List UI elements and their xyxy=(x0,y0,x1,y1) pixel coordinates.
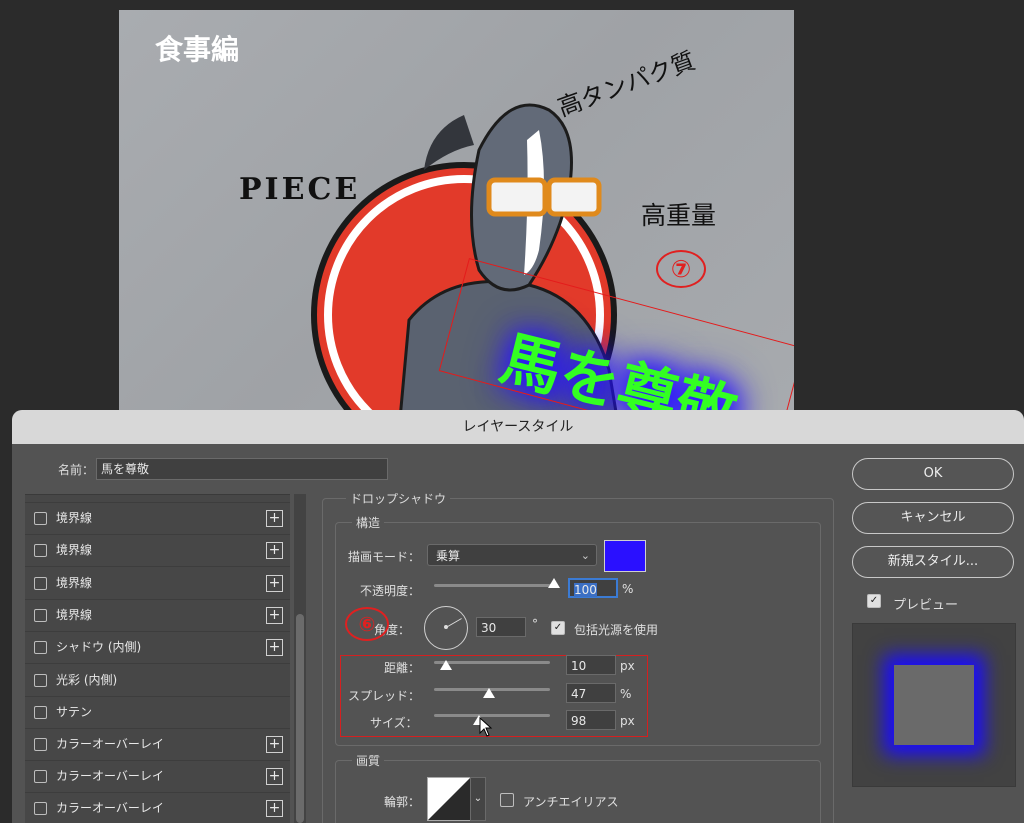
list-item[interactable]: 境界線 + xyxy=(25,568,290,600)
angle-dial[interactable] xyxy=(424,606,468,650)
list-item[interactable]: 光彩 (内側) xyxy=(25,665,290,697)
spread-unit: % xyxy=(620,687,632,701)
distance-label: 距離： xyxy=(384,661,421,675)
new-style-button[interactable]: 新規スタイル... xyxy=(852,546,1014,578)
scrollbar-thumb[interactable] xyxy=(296,614,304,823)
list-item[interactable]: シャドウ (内側) + xyxy=(25,632,290,664)
size-input[interactable]: 98 xyxy=(566,710,616,730)
canvas-piece-text: PIECE xyxy=(239,172,361,207)
add-icon[interactable]: + xyxy=(266,639,283,656)
list-item[interactable]: カラーオーバーレイ + xyxy=(25,793,290,823)
checkbox[interactable] xyxy=(34,674,47,687)
contour-preview[interactable] xyxy=(427,777,471,821)
cancel-button[interactable]: キャンセル xyxy=(852,502,1014,534)
size-unit: px xyxy=(620,714,635,728)
mouse-cursor-icon xyxy=(479,717,493,737)
annotation-6-badge: ⑥ xyxy=(345,607,389,641)
angle-center-dot xyxy=(444,625,448,629)
distance-input[interactable]: 10 xyxy=(566,655,616,675)
preview-label: プレビュー xyxy=(893,598,959,613)
checkbox[interactable] xyxy=(34,802,47,815)
dialog-title: レイヤースタイル xyxy=(12,410,1024,444)
global-light-checkbox[interactable]: ✓ xyxy=(551,621,565,635)
list-item-label: 光彩 (内側) xyxy=(56,673,118,687)
add-icon[interactable]: + xyxy=(266,736,283,753)
list-item[interactable]: カラーオーバーレイ + xyxy=(25,761,290,793)
opacity-value: 100 xyxy=(574,583,597,597)
contour-label: 輪郭： xyxy=(384,795,421,809)
checkbox[interactable] xyxy=(34,609,47,622)
distance-unit: px xyxy=(620,659,635,673)
list-item-label: 境界線 xyxy=(56,576,93,590)
opacity-unit: % xyxy=(622,582,634,596)
blend-mode-value: 乗算 xyxy=(436,549,461,563)
annotation-7-badge: ⑦ xyxy=(656,250,706,288)
list-item-label: 境界線 xyxy=(56,608,93,622)
checkbox[interactable] xyxy=(34,544,47,557)
checkbox[interactable] xyxy=(34,738,47,751)
style-list: 境界線 + 境界線 + 境界線 + 境界線 + シャドウ (内側) + 光彩 (内側) サ… xyxy=(25,494,290,823)
global-light-label: 包括光源を使用 xyxy=(574,623,659,637)
opacity-input[interactable]: 100 xyxy=(568,578,618,598)
add-icon[interactable]: + xyxy=(266,607,283,624)
list-item-partial[interactable] xyxy=(25,495,290,503)
list-item-label: カラーオーバーレイ xyxy=(56,801,164,815)
antialias-label: アンチエイリアス xyxy=(523,795,619,809)
opacity-slider-thumb[interactable] xyxy=(548,578,560,588)
checkbox[interactable] xyxy=(34,770,47,783)
checkbox[interactable] xyxy=(34,641,47,654)
checkbox[interactable] xyxy=(34,512,47,525)
spread-slider-thumb[interactable] xyxy=(482,688,495,698)
angle-input[interactable]: 30 xyxy=(476,617,526,637)
size-label: サイズ： xyxy=(370,716,418,730)
list-item[interactable]: 境界線 + xyxy=(25,503,290,535)
blend-mode-label: 描画モード： xyxy=(348,550,421,564)
opacity-slider-track[interactable] xyxy=(434,584,554,587)
quality-title: 画質 xyxy=(352,752,385,769)
quality-group xyxy=(335,760,821,823)
list-item-label: カラーオーバーレイ xyxy=(56,769,164,783)
list-item[interactable]: 境界線 + xyxy=(25,535,290,567)
name-label: 名前： xyxy=(58,463,95,477)
angle-needle xyxy=(445,618,462,628)
add-icon[interactable]: + xyxy=(266,542,283,559)
preview-checkbox[interactable]: ✓ xyxy=(867,594,881,608)
blend-mode-select[interactable]: 乗算 ⌄ xyxy=(427,544,597,566)
drop-shadow-title: ドロップシャドウ xyxy=(346,490,451,507)
chevron-down-icon[interactable]: ⌄ xyxy=(470,777,486,821)
shadow-color-swatch[interactable] xyxy=(604,540,646,572)
add-icon[interactable]: + xyxy=(266,510,283,527)
add-icon[interactable]: + xyxy=(266,575,283,592)
structure-title: 構造 xyxy=(352,514,385,531)
list-item[interactable]: 境界線 + xyxy=(25,600,290,632)
antialias-checkbox[interactable] xyxy=(500,793,514,807)
opacity-label: 不透明度： xyxy=(360,584,421,598)
list-item-label: シャドウ (内側) xyxy=(56,640,142,654)
distance-slider-thumb[interactable] xyxy=(439,660,452,670)
spread-input[interactable]: 47 xyxy=(566,683,616,703)
canvas-weight-text: 高重量 xyxy=(641,201,717,230)
list-item-label: カラーオーバーレイ xyxy=(56,737,164,751)
add-icon[interactable]: + xyxy=(266,768,283,785)
name-input[interactable]: 馬を尊敬 xyxy=(96,458,388,480)
preview-square xyxy=(894,665,974,745)
angle-unit: ° xyxy=(532,617,538,631)
spread-label: スプレッド： xyxy=(348,689,421,703)
list-item[interactable]: サテン xyxy=(25,697,290,729)
chevron-down-icon: ⌄ xyxy=(580,549,590,562)
checkbox[interactable] xyxy=(34,577,47,590)
list-item[interactable]: カラーオーバーレイ + xyxy=(25,729,290,761)
style-list-scrollbar[interactable] xyxy=(294,494,306,823)
document-canvas[interactable]: 食事編 PIECE 高タンパク質 高重量 ⑦ 馬を尊敬 xyxy=(119,10,794,410)
style-preview-thumbnail xyxy=(852,623,1016,787)
list-item-label: サテン xyxy=(56,705,93,719)
add-icon[interactable]: + xyxy=(266,800,283,817)
checkbox[interactable] xyxy=(34,706,47,719)
layer-style-dialog: レイヤースタイル 名前： 馬を尊敬 境界線 + 境界線 + 境界線 + 境界線 + シャ… xyxy=(12,410,1024,823)
list-item-label: 境界線 xyxy=(56,543,93,557)
list-item-label: 境界線 xyxy=(56,511,93,525)
canvas-section-label: 食事編 xyxy=(155,33,240,66)
ok-button[interactable]: OK xyxy=(852,458,1014,490)
